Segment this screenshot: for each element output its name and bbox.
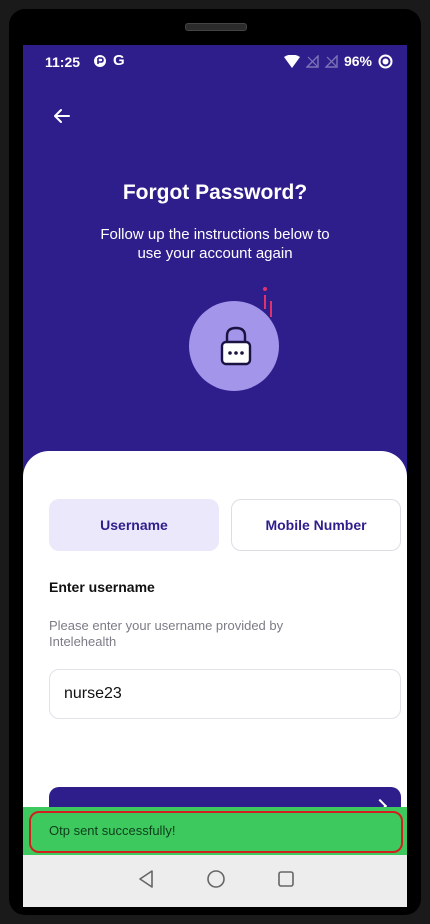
home-circle-icon: [207, 870, 225, 888]
username-input[interactable]: [49, 669, 401, 719]
device-frame: 11:25 G 96% Forgot Password? Follow up t…: [9, 9, 421, 915]
system-nav-bar: [23, 855, 407, 907]
nav-home-button[interactable]: [206, 869, 226, 894]
wifi-icon: [283, 54, 300, 68]
no-signal-icon: [324, 54, 338, 68]
page-subtitle: Follow up the instructions below to use …: [100, 226, 330, 262]
app-screen: 11:25 G 96% Forgot Password? Follow up t…: [23, 45, 407, 907]
google-icon: G: [113, 52, 125, 69]
lock-icon: [220, 326, 252, 366]
no-signal-icon: [305, 54, 319, 68]
status-notification-icons: G: [93, 52, 125, 69]
toast-notification: Otp sent successfully!: [23, 807, 407, 855]
nav-back-button[interactable]: [137, 869, 155, 894]
toast-message: Otp sent successfully!: [49, 823, 176, 838]
battery-percent: 96%: [343, 53, 372, 69]
tab-mobile-number[interactable]: Mobile Number: [231, 499, 401, 551]
back-button[interactable]: [47, 101, 77, 131]
battery-icon: [378, 54, 393, 68]
sparkle-mark-icon: [263, 287, 272, 317]
status-time: 11:25: [45, 54, 81, 70]
username-label: Enter username: [49, 579, 155, 595]
status-bar: 11:25 G 96%: [23, 45, 407, 79]
nav-recents-button[interactable]: [276, 869, 296, 894]
data-saver-icon: [94, 54, 106, 67]
status-system-icons: 96%: [283, 53, 393, 69]
back-triangle-icon: [139, 870, 153, 888]
speaker-grille: [185, 23, 247, 31]
username-hint: Please enter your username provided by I…: [49, 618, 284, 649]
recents-square-icon: [278, 871, 294, 887]
page-title: Forgot Password?: [122, 181, 308, 204]
arrow-left-icon: [54, 109, 70, 123]
tab-username[interactable]: Username: [49, 499, 219, 551]
